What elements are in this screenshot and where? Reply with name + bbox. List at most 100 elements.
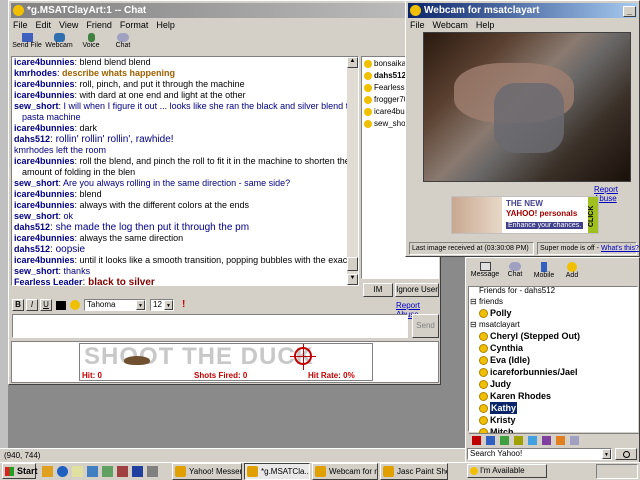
group-msatclayart[interactable]: ⊟ msatclayart (470, 320, 520, 329)
search-yahoo-input[interactable]: Search Yahoo! ▼ (467, 448, 612, 460)
buddy-polly[interactable]: Polly (490, 307, 512, 319)
message-author[interactable]: sew_short (14, 266, 59, 276)
menu-help[interactable]: Help (156, 20, 175, 30)
italic-button[interactable]: I (26, 299, 38, 311)
ql-desktop-icon[interactable] (87, 466, 98, 477)
menu-format[interactable]: Format (120, 20, 149, 30)
message-author[interactable]: icare4bunnies (14, 200, 75, 210)
message-author[interactable]: sew_short (14, 178, 59, 188)
webcam-image (423, 32, 631, 182)
tab-calendar-icon[interactable] (486, 436, 495, 445)
message-author[interactable]: kmrhodes (14, 68, 57, 78)
send-button[interactable]: Send (412, 314, 439, 338)
message-author[interactable]: icare4bunnies (14, 255, 75, 265)
yahoo-personals-ad[interactable]: THE NEW YAHOO! personals Enhance your ch… (451, 196, 599, 234)
buddy-icon (479, 368, 488, 377)
message-author[interactable]: dahs512 (14, 244, 50, 254)
buddy-icareforbunnies[interactable]: icareforbunnies/Jael (490, 366, 578, 378)
webcam-report-abuse-link[interactable]: Report Abuse (594, 185, 639, 203)
message-author[interactable]: Fearless Leader (14, 277, 83, 285)
buddy-kristy[interactable]: Kristy (490, 414, 516, 426)
ql-word-icon[interactable] (132, 466, 143, 477)
tab-sports-icon[interactable] (556, 436, 565, 445)
tab-chat-icon[interactable] (570, 436, 579, 445)
status-select[interactable]: I'm Available (467, 464, 547, 478)
font-size-select[interactable]: 12 ▼ (150, 299, 174, 311)
alert-icon[interactable]: ! (182, 299, 185, 310)
message-author[interactable]: icare4bunnies (14, 90, 75, 100)
mobile-button[interactable]: Mobile (530, 262, 558, 279)
chat-button[interactable]: Chat (502, 262, 528, 278)
task-paint-shop[interactable]: Jasc Paint Sho... (380, 463, 448, 480)
ql-ie-icon[interactable] (57, 466, 68, 477)
font-select[interactable]: Tahoma ▼ (84, 299, 146, 311)
scroll-thumb[interactable] (347, 257, 358, 271)
buddy-cheryl[interactable]: Cheryl (Stepped Out) (490, 330, 580, 342)
message-author[interactable]: icare4bunnies (14, 79, 75, 89)
menu-friend[interactable]: Friend (86, 20, 112, 30)
send-file-button[interactable]: Send File (12, 33, 42, 49)
tab-stocks-icon[interactable] (514, 436, 523, 445)
buddy-judy[interactable]: Judy (490, 378, 511, 390)
menu-edit[interactable]: Edit (36, 20, 52, 30)
menu-help[interactable]: Help (476, 20, 495, 30)
buddy-cynthia[interactable]: Cynthia (490, 342, 523, 354)
tab-weather-icon[interactable] (528, 436, 537, 445)
ignore-user-button[interactable]: Ignore User (395, 283, 439, 297)
ql-app2-icon[interactable] (117, 466, 128, 477)
chat-scrollbar[interactable]: ▲ ▼ (347, 57, 358, 285)
message-author[interactable]: icare4bunnies (14, 156, 75, 166)
ql-media-icon[interactable] (102, 466, 113, 477)
buddy-kathy[interactable]: Kathy (490, 402, 518, 414)
message-button[interactable]: Message (470, 262, 500, 278)
message-input[interactable] (12, 314, 408, 338)
shoot-the-duck-ad[interactable]: SHOOT THE DUCK Hit: 0 Shots Fired: 0 Hit… (79, 343, 373, 381)
tab-friends-icon[interactable] (472, 436, 481, 445)
ql-app-icon[interactable] (42, 466, 53, 477)
scroll-down-button[interactable]: ▼ (347, 274, 358, 285)
menu-file[interactable]: File (13, 20, 28, 30)
im-button[interactable]: IM (363, 283, 393, 297)
ql-mail-icon[interactable] (72, 466, 83, 477)
menu-file[interactable]: File (410, 20, 425, 30)
crosshair-line-v (303, 344, 304, 370)
message-author[interactable]: dahs512 (14, 134, 50, 144)
chat-log[interactable]: icare4bunnies: blend blend blend kmrhodes… (11, 56, 359, 286)
task-chat[interactable]: *g.MSATCla... (244, 463, 310, 480)
message-author[interactable]: icare4bunnies (14, 123, 75, 133)
message-author[interactable]: sew_short (14, 211, 59, 221)
start-button[interactable]: Start (2, 463, 38, 479)
ql-app3-icon[interactable] (147, 466, 158, 477)
menu-webcam[interactable]: Webcam (433, 20, 468, 30)
text-color-icon[interactable] (56, 301, 66, 310)
message-author[interactable]: dahs512 (14, 222, 50, 232)
tab-news-icon[interactable] (500, 436, 509, 445)
message-author[interactable]: icare4bunnies (14, 233, 75, 243)
buddy-eva[interactable]: Eva (Idle) (490, 354, 530, 366)
chat-message: icare4bunnies: roll, pinch, and put it t… (14, 79, 356, 90)
chat-message: kmrhodes: describe whats happening (14, 68, 356, 79)
tab-games-icon[interactable] (542, 436, 551, 445)
webcam-titlebar[interactable]: Webcam for msatclayart _ (408, 3, 637, 18)
scroll-up-button[interactable]: ▲ (347, 57, 358, 68)
message-author[interactable]: sew_short (14, 101, 59, 111)
message-author[interactable]: icare4bunnies (14, 57, 75, 67)
smiley-icon[interactable] (70, 300, 80, 310)
voice-button[interactable]: Voice (76, 33, 106, 49)
buddy-karen-rhodes[interactable]: Karen Rhodes (490, 390, 551, 402)
search-go-button[interactable] (615, 448, 637, 460)
webcam-button[interactable]: Webcam (44, 33, 74, 49)
task-yahoo-messenger[interactable]: Yahoo! Messen... (172, 463, 242, 480)
bold-button[interactable]: B (12, 299, 24, 311)
chat-titlebar[interactable]: *g.MSATClayArt:1 -- Chat (11, 3, 438, 18)
minimize-button[interactable]: _ (623, 6, 636, 17)
add-button[interactable]: Add (560, 262, 584, 279)
message-text: describe whats happening (62, 68, 176, 78)
chat-button[interactable]: Chat (108, 33, 138, 49)
task-webcam[interactable]: Webcam for ms... (312, 463, 378, 480)
whats-this-link[interactable]: What's this? (601, 245, 639, 252)
underline-button[interactable]: U (40, 299, 52, 311)
group-friends[interactable]: ⊟ friends (470, 297, 503, 306)
message-author[interactable]: icare4bunnies (14, 189, 75, 199)
menu-view[interactable]: View (59, 20, 78, 30)
